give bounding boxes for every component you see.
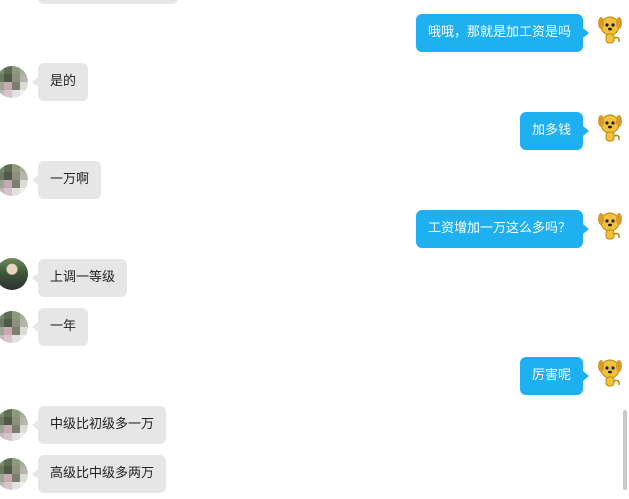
previous-message-bubble	[38, 0, 178, 4]
pixelated-avatar-icon[interactable]	[0, 66, 28, 98]
chat-transcript: 哦哦，那就是加工资是吗 是的 加多钱 一万啊 工资增加一万这么多吗？ 上调一等级…	[0, 0, 629, 499]
message-bubble-outgoing: 厉害呢	[519, 357, 590, 395]
dog-avatar-icon[interactable]	[593, 210, 627, 244]
pixelated-avatar-icon[interactable]	[0, 409, 28, 441]
message-bubble-incoming: 一万啊	[31, 161, 102, 199]
user-photo-avatar-icon[interactable]	[0, 258, 28, 290]
dog-avatar-icon[interactable]	[593, 357, 627, 391]
message-bubble-incoming: 一年	[31, 308, 89, 346]
pixelated-avatar-icon[interactable]	[0, 458, 28, 490]
message-bubble-incoming: 高级比中级多两万	[31, 455, 167, 493]
pixelated-avatar-icon[interactable]	[0, 164, 28, 196]
dog-avatar-icon[interactable]	[593, 14, 627, 48]
pixelated-avatar-icon[interactable]	[0, 311, 28, 343]
message-bubble-outgoing: 工资增加一万这么多吗？	[415, 210, 590, 248]
message-bubble-outgoing: 哦哦，那就是加工资是吗	[415, 14, 590, 52]
message-bubble-incoming: 上调一等级	[31, 259, 128, 297]
dog-avatar-icon[interactable]	[593, 112, 627, 146]
message-bubble-outgoing: 加多钱	[519, 112, 590, 150]
message-bubble-incoming: 是的	[31, 63, 89, 101]
scrollbar-thumb[interactable]	[623, 410, 627, 490]
message-bubble-incoming: 中级比初级多一万	[31, 406, 167, 444]
